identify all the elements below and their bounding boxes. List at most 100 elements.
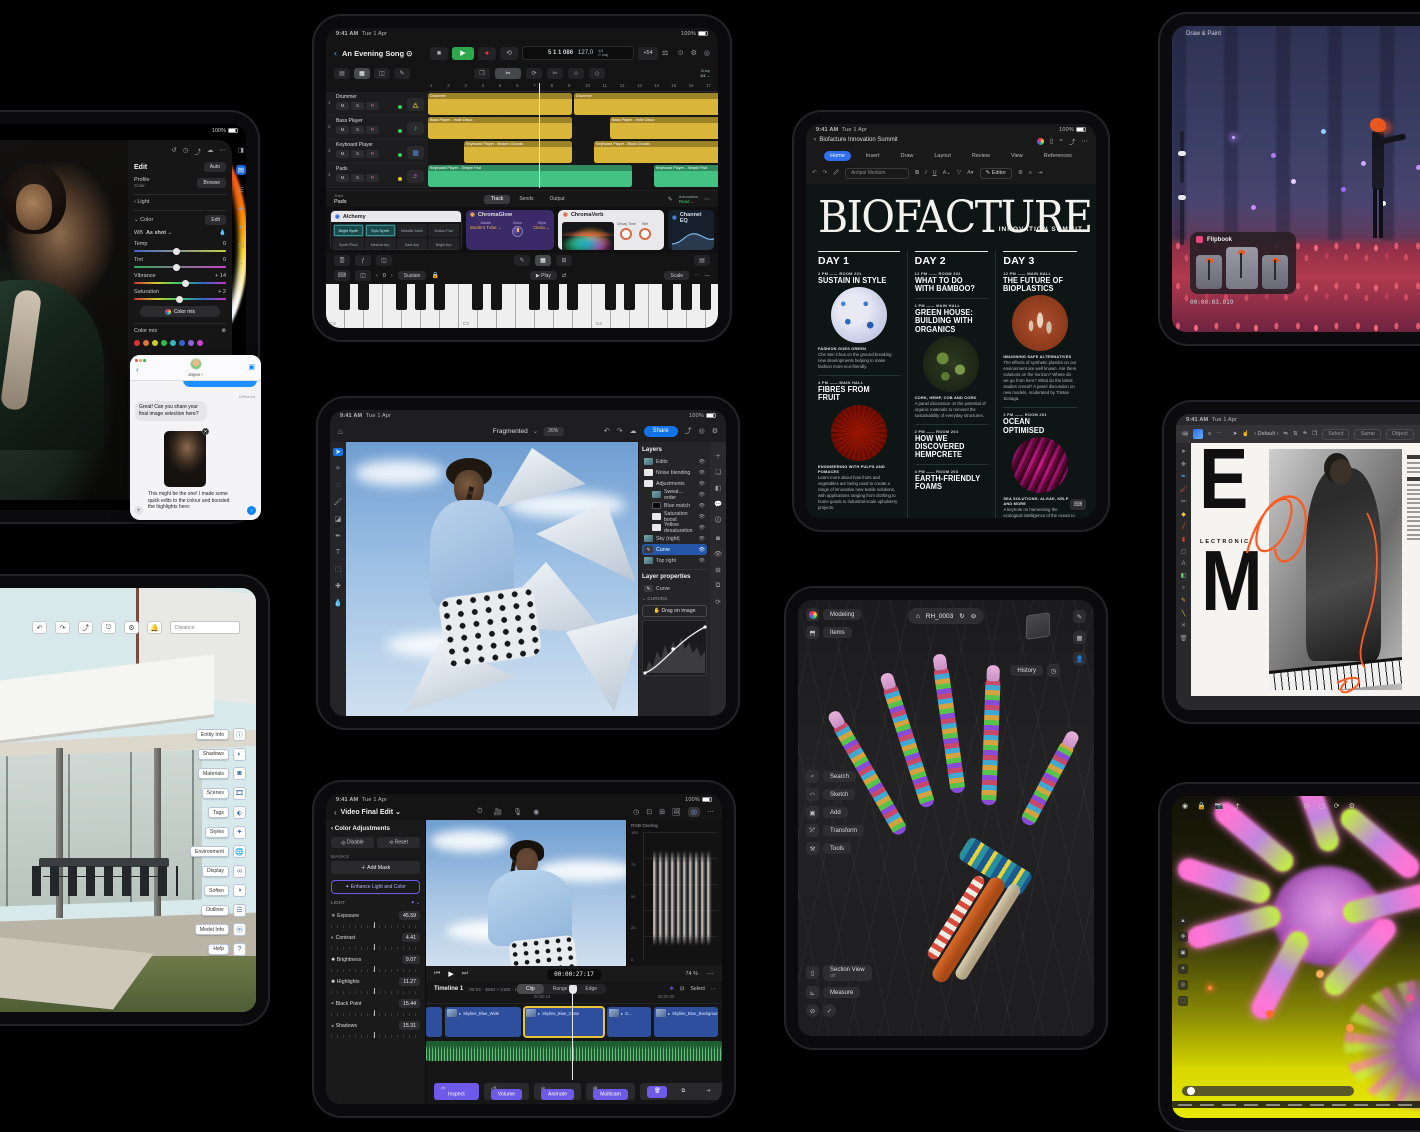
frame-icon[interactable]: ▣: [1178, 948, 1188, 958]
ribbon-tab[interactable]: Layout: [928, 151, 957, 161]
arp-icon[interactable]: ⇄: [562, 273, 567, 279]
undo-icon[interactable]: ↶: [812, 170, 817, 176]
settings-icon[interactable]: ⚙: [712, 427, 718, 435]
slider-value[interactable]: 15.31: [399, 1021, 420, 1030]
select-mode[interactable]: Select: [690, 986, 704, 992]
magenta-dot[interactable]: [197, 340, 203, 346]
undo-icon[interactable]: ↶: [604, 427, 610, 435]
tools-button[interactable]: Tools: [823, 843, 851, 854]
gear-icon[interactable]: ◎: [704, 49, 710, 57]
clock-icon[interactable]: ◷: [633, 808, 639, 816]
alchemy-plugin[interactable]: ◉Alchemy Bright SynthEpic SynthMetallic …: [330, 210, 462, 250]
more-icon[interactable]: ⋯: [220, 146, 227, 156]
msr-button[interactable]: M: [336, 174, 349, 182]
slider-value[interactable]: 15.44: [399, 999, 420, 1008]
dictate-icon[interactable]: 🖉: [833, 169, 839, 178]
alchemy-preset[interactable]: Epic Synth: [365, 224, 396, 237]
reset-button[interactable]: ⟲ Reset: [377, 837, 420, 848]
region[interactable]: Drummer: [428, 93, 572, 115]
octave-down-icon[interactable]: ‹: [376, 273, 378, 279]
preset-select[interactable]: ‹ Default ›: [1254, 431, 1278, 437]
settings-icon[interactable]: ⚙: [691, 49, 697, 57]
account-icon[interactable]: 👤: [1073, 652, 1086, 665]
rotate-icon[interactable]: ⟳: [715, 598, 720, 606]
measure-icon[interactable]: ⊾: [806, 986, 819, 999]
chromaverb-plugin[interactable]: ◉ChromaVerb Decay Time Wet: [558, 210, 664, 250]
flipbook-panel[interactable]: Flipbook: [1190, 232, 1296, 294]
grid-settings-icon[interactable]: ▦: [1073, 631, 1086, 644]
select-subject-icon[interactable]: ◌: [336, 482, 340, 489]
exposure-slider[interactable]: [331, 922, 420, 928]
section-view-icon[interactable]: ▯: [806, 966, 819, 979]
play-button[interactable]: ▶: [452, 47, 474, 60]
mixer-icon[interactable]: ▦: [354, 68, 370, 79]
back-icon[interactable]: ‹▤: [1181, 431, 1188, 437]
poster-canvas[interactable]: E LECTRONIC M USIC: [1191, 443, 1420, 696]
add-mask-button[interactable]: ＋ Add Mask: [331, 861, 420, 874]
channel-eq-plugin[interactable]: ◉Channel EQ: [668, 210, 714, 250]
msr-button[interactable]: R: [366, 126, 379, 134]
transform-icon[interactable]: ⧉: [716, 582, 721, 590]
blue-dot[interactable]: [179, 340, 185, 346]
fill-tool-icon[interactable]: ◆: [1181, 511, 1186, 518]
lasso-tool-icon[interactable]: ⟡: [336, 465, 341, 473]
metronome-icon[interactable]: ⚖: [662, 49, 668, 57]
bold-button[interactable]: B: [915, 170, 919, 176]
ribbon-tab[interactable]: Draw: [895, 151, 920, 161]
volume-button[interactable]: ◁) Volume: [484, 1083, 529, 1100]
transform-icon[interactable]: ⤱: [806, 824, 819, 837]
region[interactable]: Keyboard Player - Block Chords: [594, 141, 718, 163]
play-icon[interactable]: ▷: [1305, 802, 1310, 812]
sync-icon[interactable]: ↻: [959, 612, 964, 620]
layer-row[interactable]: Noise blending👁: [642, 467, 707, 478]
alchemy-preset[interactable]: Bright Synth: [333, 224, 364, 237]
record-icon[interactable]: ◉: [533, 808, 539, 816]
slider-value[interactable]: 45.59: [399, 911, 420, 920]
add-attachment-button[interactable]: +: [134, 506, 143, 515]
split-keyboard-icon[interactable]: ◫: [355, 270, 371, 281]
track-header-keys[interactable]: 3 Keyboard Player MSR ▦: [326, 140, 428, 164]
media-icon[interactable]: 🖼: [672, 808, 681, 816]
temp-slider[interactable]: [134, 250, 226, 252]
layer-row[interactable]: Blue match👁: [642, 500, 707, 511]
msr-button[interactable]: M: [336, 150, 349, 158]
flipbook-frame[interactable]: [1262, 255, 1288, 289]
plus-icon[interactable]: ⊞: [715, 566, 720, 574]
alchemy-preset[interactable]: Bright Arp: [428, 238, 459, 250]
document-pill[interactable]: ⌂ RH_0003 ↻ ⊖: [908, 608, 984, 624]
video-clip[interactable]: ▸ Skyline_Blue_Wide: [445, 1007, 521, 1037]
marker-tool-icon[interactable]: ▮: [1182, 536, 1185, 543]
brush-tool-icon[interactable]: 🖌: [334, 498, 343, 506]
inspect-button[interactable]: ⊙ Inspect: [434, 1083, 479, 1100]
settings-icon[interactable]: ⚙: [1349, 802, 1355, 812]
region[interactable]: Keyboard Player - Simple Pad: [654, 165, 718, 187]
fade-tool-icon[interactable]: ⊹: [568, 68, 584, 79]
node-tool-icon[interactable]: ☝: [1242, 431, 1249, 437]
more-icon[interactable]: ⋯: [711, 986, 716, 992]
video-clip[interactable]: [426, 1007, 442, 1037]
items-icon[interactable]: ⬒: [806, 626, 819, 639]
duplicate-icon[interactable]: ❐: [1312, 431, 1317, 437]
append-icon[interactable]: ⇥: [699, 1086, 717, 1098]
vector-brush-icon[interactable]: ✎: [1181, 597, 1186, 604]
browser-icon[interactable]: ▤: [334, 68, 350, 79]
saturation-slider[interactable]: [134, 298, 226, 300]
camera-lock-icon[interactable]: ▲: [1178, 916, 1188, 926]
gradient-tool-icon[interactable]: ◧: [1181, 572, 1187, 579]
marquee-tool-icon[interactable]: ◇: [589, 68, 605, 79]
document-title[interactable]: ‹ Biofacture Innovation Summit: [814, 137, 898, 143]
layer-row[interactable]: Top right👁: [642, 555, 707, 566]
cyan-dot[interactable]: [170, 340, 176, 346]
more-icon[interactable]: ⋯: [1082, 137, 1089, 145]
menu-icon[interactable]: ≡: [1208, 431, 1211, 437]
tools-icon[interactable]: ⚒: [806, 842, 819, 855]
disable-button[interactable]: ◎ Disable: [331, 837, 374, 848]
cloud-sync-icon[interactable]: ☁: [207, 146, 214, 156]
color-edit-button[interactable]: Edit: [205, 215, 226, 225]
back-icon[interactable]: ‹: [334, 808, 337, 817]
highlights-slider[interactable]: [331, 988, 420, 994]
region[interactable]: Keyboard Player - Simple Pad: [428, 165, 632, 187]
soften-button[interactable]: Soften◑: [204, 884, 246, 897]
underline-button[interactable]: U: [933, 170, 937, 176]
editor-icon[interactable]: ◫: [374, 68, 390, 79]
